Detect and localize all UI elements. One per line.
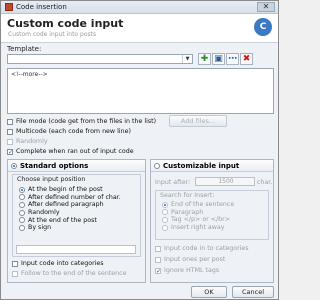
customizable-input-panel: Customizable input Input after: 1500 cha… — [150, 159, 274, 283]
follow-end-checkbox[interactable]: Follow to the end of the sentence — [12, 270, 127, 277]
input-after-label: Input after: — [155, 179, 191, 186]
position-radio-1[interactable]: After defined number of char. — [19, 194, 121, 202]
position-radio-2[interactable]: After defined paragraph — [19, 201, 121, 209]
ok-button[interactable]: OK — [191, 286, 227, 298]
search-option-radio-2[interactable]: Tag </p> or </br> — [162, 216, 234, 224]
search-option-radio-3[interactable]: Insert right away — [162, 224, 234, 232]
input-after-field[interactable]: 1500 — [195, 177, 255, 186]
template-select[interactable]: ▼ — [7, 54, 193, 64]
plugin-logo-icon: C — [254, 18, 272, 36]
complete-checkbox[interactable]: ✓ Complete when ran out of input code — [7, 148, 134, 155]
app-icon — [5, 3, 13, 11]
dialog-title: Custom code input — [7, 17, 124, 30]
search-option-radio-0[interactable]: End of the sentence — [162, 201, 234, 209]
input-position-group: Choose input position At the begin of th… — [12, 174, 141, 257]
input-after-unit: char. — [257, 179, 273, 186]
search-for-insert-group: Search for Insert: End of the sentence Pa… — [155, 190, 269, 240]
ignore-html-checkbox[interactable]: ✓ Ignore HTML tags — [155, 267, 219, 274]
chevron-down-icon[interactable]: ▼ — [182, 55, 192, 63]
more-options-icon[interactable]: ⋯ — [226, 53, 239, 65]
code-insertion-dialog: Code insertion ✕ Custom code input Custo… — [0, 0, 279, 300]
randomly-checkbox[interactable]: Randomly — [7, 138, 48, 145]
dialog-subtitle: Custom code input into posts — [8, 31, 97, 38]
input-categories-checkbox[interactable]: Input code into categories — [12, 260, 104, 267]
custom-input-categories-checkbox[interactable]: Input code in to categories — [155, 245, 249, 252]
add-files-button[interactable]: Add files... — [169, 115, 227, 127]
search-option-radio-1[interactable]: Paragraph — [162, 209, 234, 217]
position-radio-3[interactable]: Randomly — [19, 209, 121, 217]
position-radio-5[interactable]: By sign — [19, 224, 121, 232]
save-template-icon[interactable]: ▣ — [212, 53, 225, 65]
position-radio-0[interactable]: At the begin of the post — [19, 186, 121, 194]
file-mode-checkbox[interactable]: File mode (code get from the files in th… — [7, 118, 156, 125]
customizable-input-radio[interactable] — [154, 162, 160, 169]
delete-template-icon[interactable]: ✖ — [240, 53, 253, 65]
code-editor[interactable]: <!--more--> — [7, 68, 274, 114]
close-icon[interactable]: ✕ — [257, 2, 275, 12]
multicode-checkbox[interactable]: Multicode (each code from new line) — [7, 128, 131, 135]
by-sign-input[interactable] — [16, 245, 136, 254]
standard-options-panel: Standard options Choose input position A… — [7, 159, 146, 283]
add-template-icon[interactable]: ✚ — [198, 53, 211, 65]
customizable-input-header[interactable]: Customizable input — [151, 160, 273, 172]
window-title: Code insertion — [16, 3, 67, 11]
standard-options-radio[interactable] — [11, 162, 17, 169]
cancel-button[interactable]: Cancel — [232, 286, 274, 298]
dialog-header: Custom code input Custom code input into… — [1, 14, 278, 43]
standard-options-header[interactable]: Standard options — [8, 160, 145, 172]
input-once-checkbox[interactable]: Input ones per post — [155, 256, 225, 263]
position-radio-4[interactable]: At the end of the post — [19, 216, 121, 224]
template-label: Template: — [7, 45, 42, 53]
title-bar: Code insertion ✕ — [1, 1, 278, 14]
